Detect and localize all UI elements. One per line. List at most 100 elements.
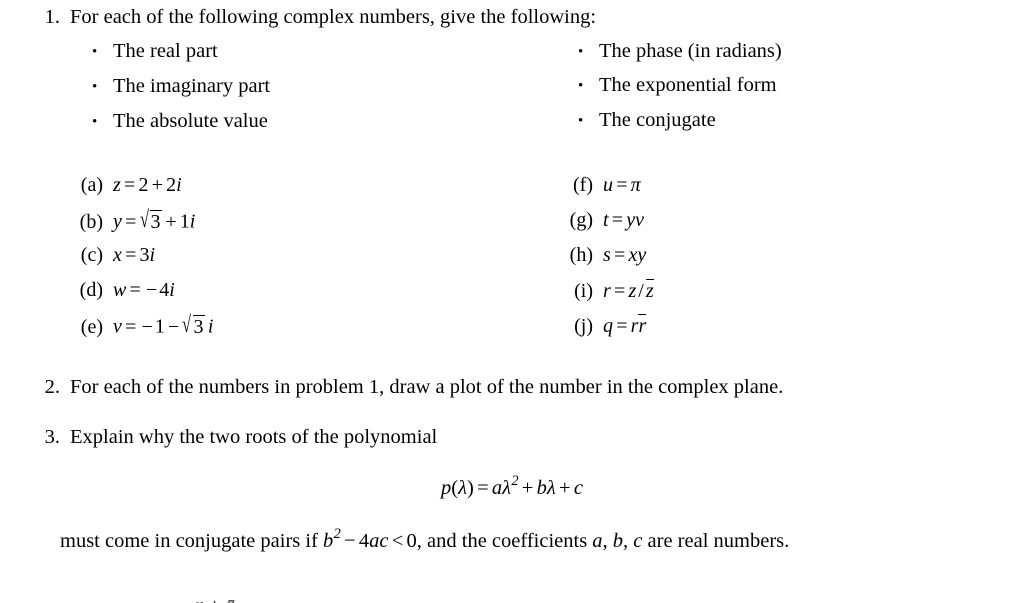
product-yv: yv xyxy=(626,209,644,231)
bullet-left-1-label: The real part xyxy=(113,40,218,62)
subitem-f: (f) u = π xyxy=(551,174,641,197)
variable-u: u xyxy=(603,174,613,196)
subitem-a: (a) z = 2 +2i xyxy=(61,174,182,197)
conjugate-r-overline: r xyxy=(638,314,647,337)
subitem-b-label: (b) xyxy=(79,210,103,233)
conjugate-pairs-paragraph: must come in conjugate pairs if b2−4ac <0… xyxy=(60,524,966,557)
problem-1-number: 1. xyxy=(44,6,60,28)
plus-sign: + xyxy=(151,174,163,196)
plus-sign: + xyxy=(165,210,177,233)
problem-1: 1. For each of the following complex num… xyxy=(28,4,596,32)
function-p: p xyxy=(441,476,452,499)
bullet-right-1-label: The phase (in radians) xyxy=(599,40,782,62)
coefficient-a: a xyxy=(369,529,380,552)
problem-2: 2. For each of the numbers in problem 1,… xyxy=(28,374,784,402)
subitem-b: (b) y = √3 +1i xyxy=(61,206,196,234)
subitem-h-label: (h) xyxy=(569,244,593,266)
bullet-icon: • xyxy=(92,79,98,95)
imaginary-unit: i xyxy=(149,244,156,266)
subitem-e: (e) v = −1− √3 i xyxy=(61,311,214,339)
radical-sign: √ xyxy=(139,206,149,233)
comma-2: , xyxy=(623,529,629,552)
equals-sign: = xyxy=(477,476,489,499)
equals-sign: = xyxy=(613,280,626,302)
bullet-right-2: • The exponential form xyxy=(578,74,777,97)
equals-sign: = xyxy=(125,315,137,338)
subitem-i-expression: r = z / z xyxy=(603,279,654,303)
exponent-two: 2 xyxy=(333,526,341,542)
bullet-left-2-label: The imaginary part xyxy=(113,75,271,97)
bullet-right-1: • The phase (in radians) xyxy=(578,40,782,63)
subitem-j: (j) q = rr xyxy=(551,314,647,338)
radicand-b: 3 xyxy=(150,209,163,233)
zero-value: 0 xyxy=(406,529,417,552)
problem-2-text: For each of the numbers in problem 1, dr… xyxy=(70,376,784,398)
real-part-a: 2 xyxy=(138,174,149,196)
bullet-left-3-label: The absolute value xyxy=(113,110,268,132)
minus-sign: − xyxy=(344,529,356,552)
bullet-left-2: • The imaginary part xyxy=(92,75,270,98)
coefficient-a: a xyxy=(592,529,603,552)
equals-sign: = xyxy=(129,279,141,301)
four-coefficient: 4 xyxy=(358,529,370,552)
variable-w: w xyxy=(113,279,127,301)
bullet-right-3: • The conjugate xyxy=(578,109,716,132)
variable-s: s xyxy=(603,244,611,266)
product-xy: xy xyxy=(628,244,647,266)
equals-sign: = xyxy=(613,244,626,266)
bullet-icon: • xyxy=(578,44,584,60)
bullet-left-3: • The absolute value xyxy=(92,110,268,133)
subitem-b-expression: y = √3 +1i xyxy=(113,206,196,234)
subitem-g-label: (g) xyxy=(569,209,593,231)
imaginary-unit: i xyxy=(189,210,196,233)
subitem-g-expression: t = yv xyxy=(603,209,644,232)
real-part-e: 1 xyxy=(154,315,165,338)
coefficient-c: c xyxy=(633,529,643,552)
minus-sign: − xyxy=(141,315,153,338)
subitem-h: (h) s = xy xyxy=(551,244,647,267)
coefficient-a: a xyxy=(491,476,503,499)
subitem-i-label: (i) xyxy=(574,280,593,302)
variable-v: v xyxy=(113,315,122,338)
subitem-e-expression: v = −1− √3 i xyxy=(113,311,214,339)
exponent-two: 2 xyxy=(511,473,519,489)
subitem-f-expression: u = π xyxy=(603,174,641,197)
problem-1-text: For each of the following complex number… xyxy=(70,6,597,28)
minus-sign: − xyxy=(168,315,180,338)
subitem-j-label: (j) xyxy=(574,315,593,337)
subitem-d-label: (d) xyxy=(79,279,103,301)
bullet-right-3-label: The conjugate xyxy=(599,109,716,131)
bullet-icon: • xyxy=(92,114,98,130)
square-root-icon: √3 xyxy=(139,206,163,234)
variable-q: q xyxy=(603,315,613,337)
subitem-j-expression: q = rr xyxy=(603,314,647,338)
plus-sign: + xyxy=(521,476,534,499)
equals-sign: = xyxy=(125,210,137,233)
bullet-icon: • xyxy=(578,113,584,129)
bullet-icon: • xyxy=(92,44,98,60)
problem-3-number: 3. xyxy=(44,426,60,448)
imaginary-unit: i xyxy=(207,315,214,338)
subitem-c: (c) x = 3i xyxy=(61,244,155,267)
clipped-next-line: r + r̄ xyxy=(195,595,395,603)
equals-sign: = xyxy=(123,174,136,196)
problem-3: 3. Explain why the two roots of the poly… xyxy=(28,424,438,452)
coefficient-c: c xyxy=(573,476,583,499)
subitem-d: (d) w = −4i xyxy=(61,279,175,302)
imaginary-unit: i xyxy=(176,174,182,196)
bullet-left-1: • The real part xyxy=(92,40,218,63)
imaginary-unit: i xyxy=(169,279,175,301)
equals-sign: = xyxy=(616,315,628,337)
paragraph-line-two: numbers. xyxy=(713,529,790,552)
problem-2-number: 2. xyxy=(44,376,60,398)
document-page: 1. For each of the following complex num… xyxy=(0,0,1024,603)
factor-r: r xyxy=(630,315,639,337)
equals-sign: = xyxy=(616,174,628,196)
subitem-i: (i) r = z / z xyxy=(551,279,654,303)
subitem-c-label: (c) xyxy=(80,244,103,266)
subitem-d-expression: w = −4i xyxy=(113,279,175,302)
variable-x: x xyxy=(113,244,122,266)
polynomial-equation: p(λ) = aλ2 + bλ + c xyxy=(0,473,1024,500)
variable-t: t xyxy=(603,209,609,231)
less-than-sign: < xyxy=(391,529,404,552)
